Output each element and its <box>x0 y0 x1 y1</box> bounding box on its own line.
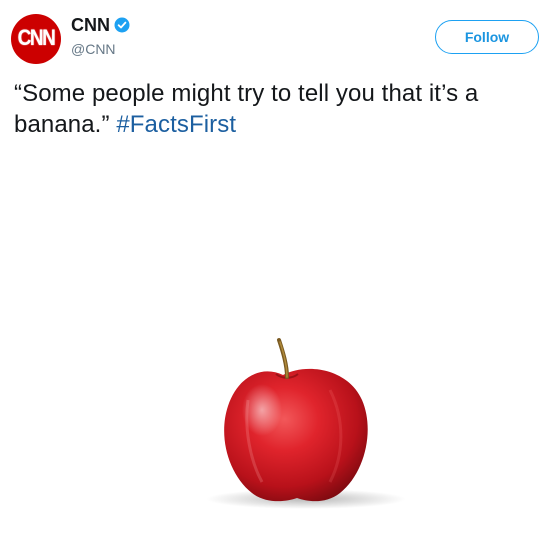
tweet-text: “Some people might try to tell you that … <box>14 78 550 140</box>
tweet-media-image[interactable] <box>0 160 558 534</box>
author-handle[interactable]: @CNN <box>71 40 116 58</box>
tweet-body-text: “Some people might try to tell you that … <box>14 80 479 138</box>
follow-button[interactable]: Follow <box>435 20 539 54</box>
tweet-card: CNN CNN @CNN Follow “Some people might t… <box>0 0 558 534</box>
avatar[interactable]: CNN <box>11 14 61 64</box>
hashtag-link[interactable]: #FactsFirst <box>116 111 236 138</box>
author-name-row: CNN <box>71 14 130 36</box>
verified-badge-icon <box>114 17 130 33</box>
cnn-logo: CNN <box>17 26 56 51</box>
display-name[interactable]: CNN <box>71 14 110 36</box>
apple-image <box>206 338 406 509</box>
